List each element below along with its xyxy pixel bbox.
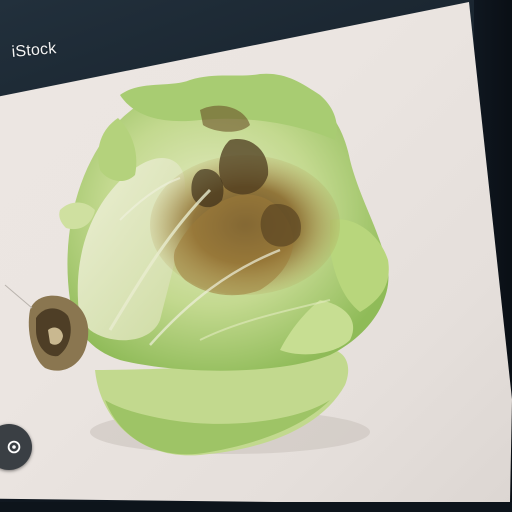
visual-search-icon: [7, 440, 21, 454]
lettuce-head-icon: [4, 73, 389, 456]
screen-bottom-edge: [0, 502, 512, 512]
photo-of-screen: iStock: [0, 0, 512, 512]
